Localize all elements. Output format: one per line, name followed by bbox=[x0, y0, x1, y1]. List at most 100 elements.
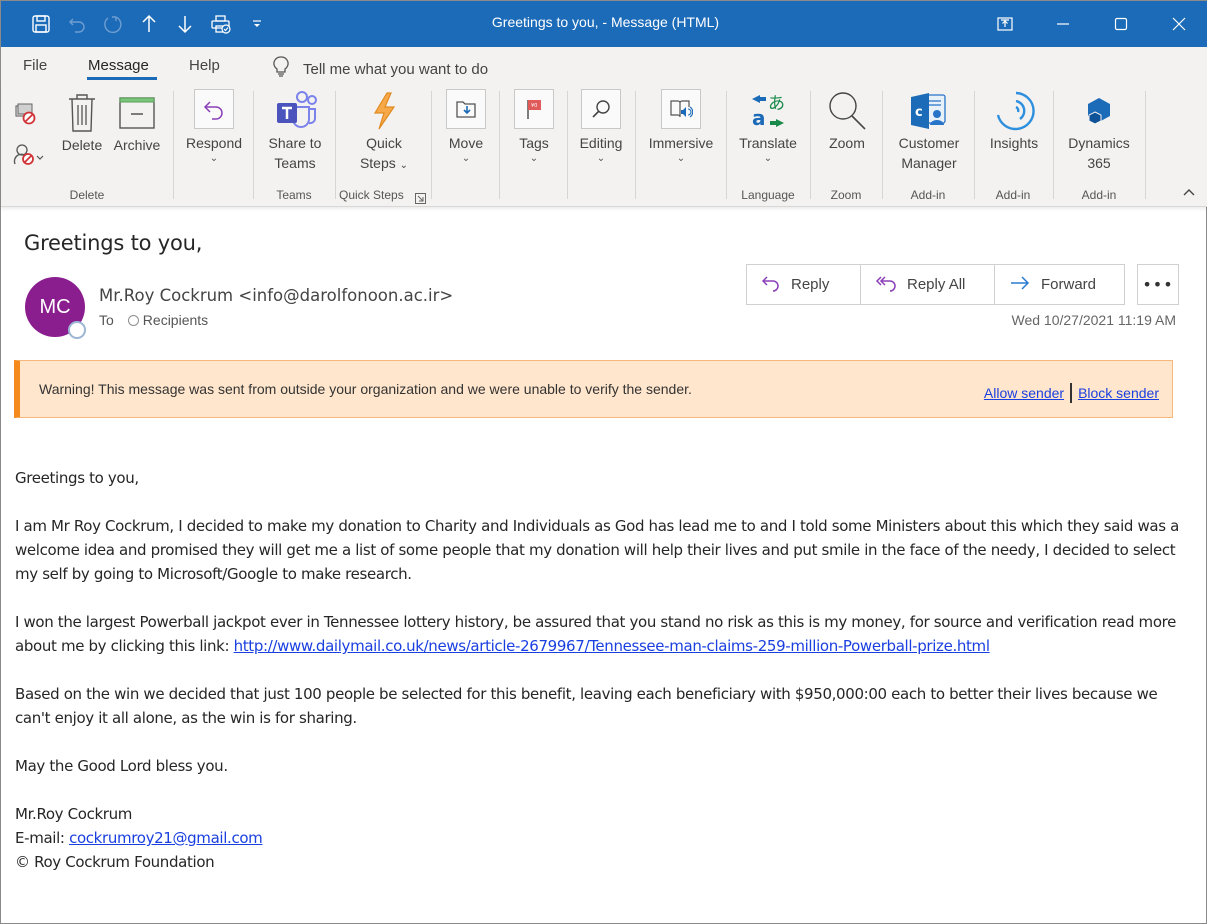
close-icon[interactable] bbox=[1150, 1, 1207, 47]
customer-manager-button[interactable]: c Customer Manager bbox=[889, 89, 969, 173]
ribbon-display-options-icon[interactable] bbox=[976, 1, 1034, 47]
group-divider bbox=[726, 91, 727, 199]
more-actions-button[interactable]: ••• bbox=[1137, 264, 1179, 305]
more-icon: ••• bbox=[1142, 275, 1174, 294]
group-divider bbox=[253, 91, 254, 199]
chevron-down-icon: ⌄ bbox=[763, 153, 773, 164]
group-divider bbox=[431, 91, 432, 199]
collapse-ribbon-icon[interactable] bbox=[1182, 185, 1196, 201]
article-link[interactable]: http://www.dailymail.co.uk/news/article-… bbox=[234, 637, 990, 655]
tab-file[interactable]: File bbox=[23, 57, 47, 74]
maximize-icon[interactable] bbox=[1092, 1, 1150, 47]
group-divider bbox=[810, 91, 811, 199]
group-divider bbox=[567, 91, 568, 199]
to-label: To bbox=[99, 312, 114, 328]
ribbon-tabs: File Message Help Tell me what you want … bbox=[1, 47, 1207, 85]
reply-icon bbox=[761, 274, 781, 296]
active-tab-indicator bbox=[87, 77, 157, 80]
insights-button[interactable]: Insights bbox=[981, 89, 1047, 153]
body-paragraph: I won the largest Powerball jackpot ever… bbox=[15, 613, 1177, 655]
group-divider bbox=[1145, 91, 1146, 199]
teams-icon bbox=[273, 89, 317, 133]
dialog-launcher-icon[interactable] bbox=[415, 189, 426, 208]
quick-steps-button[interactable]: Quick Steps ⌄ bbox=[349, 89, 419, 176]
allow-sender-link[interactable]: Allow sender bbox=[984, 385, 1064, 401]
immersive-reader-button[interactable]: Immersive ⌄ bbox=[643, 89, 719, 165]
editing-button[interactable]: Editing ⌄ bbox=[575, 89, 627, 165]
junk-button[interactable] bbox=[13, 143, 53, 172]
dynamics-365-icon bbox=[1077, 89, 1121, 133]
move-button[interactable]: Move ⌄ bbox=[441, 89, 491, 165]
message-date: Wed 10/27/2021 11:19 AM bbox=[1011, 312, 1177, 328]
dynamics-365-button[interactable]: Dynamics 365 bbox=[1061, 89, 1137, 173]
body-paragraph: Based on the win we decided that just 10… bbox=[15, 685, 1158, 727]
svg-text:あ: あ bbox=[768, 94, 785, 114]
archive-button[interactable]: Archive bbox=[109, 91, 165, 155]
group-divider bbox=[173, 91, 174, 199]
group-divider bbox=[1053, 91, 1054, 199]
message-actions: Reply Reply All Forward bbox=[746, 264, 1125, 305]
group-divider bbox=[974, 91, 975, 199]
group-label-add-in: Add-in bbox=[1081, 188, 1117, 202]
minimize-icon[interactable] bbox=[1034, 1, 1092, 47]
external-sender-warning: Warning! This message was sent from outs… bbox=[14, 360, 1173, 418]
avatar-initials: MC bbox=[39, 295, 71, 318]
group-label-quick-steps: Quick Steps bbox=[339, 188, 404, 202]
sender-address[interactable]: Mr.Roy Cockrum <info@darolfonoon.ac.ir> bbox=[99, 286, 453, 305]
chevron-down-icon: ⌄ bbox=[676, 153, 686, 164]
share-to-teams-button[interactable]: Share to Teams bbox=[259, 89, 331, 173]
group-divider bbox=[335, 91, 336, 199]
recipient-status-icon bbox=[127, 314, 139, 326]
trash-icon bbox=[60, 91, 104, 135]
message-body: Greetings to you, I am Mr Roy Cockrum, I… bbox=[15, 466, 1190, 874]
svg-text:c: c bbox=[915, 105, 923, 120]
recipients-line: To Recipients bbox=[99, 312, 208, 328]
forward-button[interactable]: Forward bbox=[994, 264, 1125, 305]
chevron-down-icon: ⌄ bbox=[209, 153, 219, 164]
delete-button[interactable]: Delete bbox=[59, 91, 105, 155]
link-separator bbox=[1070, 383, 1073, 403]
forward-icon bbox=[1009, 275, 1031, 295]
move-folder-icon bbox=[446, 89, 486, 129]
lightning-icon bbox=[362, 89, 406, 133]
signature-name: Mr.Roy Cockrum bbox=[15, 805, 133, 823]
search-icon bbox=[581, 89, 621, 129]
insights-icon bbox=[992, 89, 1036, 133]
group-label-teams: Teams bbox=[276, 188, 312, 202]
group-label-add-in: Add-in bbox=[910, 188, 946, 202]
group-divider bbox=[635, 91, 636, 199]
body-greeting: Greetings to you, bbox=[15, 469, 139, 487]
ignore-button[interactable] bbox=[13, 103, 39, 130]
translate-icon: aあ bbox=[746, 89, 790, 133]
archive-icon bbox=[115, 91, 159, 135]
warning-text: Warning! This message was sent from outs… bbox=[39, 381, 692, 397]
tags-button[interactable]: ¥0 Tags ⌄ bbox=[509, 89, 559, 165]
chevron-down-icon: ⌄ bbox=[461, 153, 471, 164]
group-label-delete: Delete bbox=[69, 188, 105, 202]
reply-all-button[interactable]: Reply All bbox=[860, 264, 995, 305]
junk-icon bbox=[13, 144, 47, 170]
signature-email-link[interactable]: cockrumroy21@gmail.com bbox=[69, 829, 263, 847]
lightbulb-icon bbox=[273, 56, 289, 82]
presence-status-icon bbox=[68, 321, 86, 339]
group-label-add-in: Add-in bbox=[995, 188, 1031, 202]
respond-button[interactable]: Respond ⌄ bbox=[181, 89, 247, 165]
reply-button[interactable]: Reply bbox=[746, 264, 861, 305]
tab-message[interactable]: Message bbox=[88, 57, 149, 74]
chevron-down-icon: ⌄ bbox=[399, 160, 409, 171]
translate-button[interactable]: aあ Translate ⌄ bbox=[735, 89, 801, 165]
block-sender-link[interactable]: Block sender bbox=[1078, 385, 1159, 401]
signature-org: © Roy Cockrum Foundation bbox=[15, 853, 215, 871]
zoom-icon bbox=[825, 89, 869, 133]
tell-me-search[interactable]: Tell me what you want to do bbox=[273, 56, 488, 82]
body-paragraph: May the Good Lord bless you. bbox=[15, 757, 228, 775]
tab-help[interactable]: Help bbox=[189, 57, 220, 74]
zoom-button[interactable]: Zoom bbox=[819, 89, 875, 153]
ignore-icon bbox=[14, 103, 38, 128]
svg-text:a: a bbox=[752, 106, 766, 130]
reply-arrow-icon bbox=[194, 89, 234, 129]
svg-text:¥0: ¥0 bbox=[531, 103, 537, 109]
group-label-zoom: Zoom bbox=[830, 188, 862, 202]
recipients[interactable]: Recipients bbox=[143, 312, 208, 328]
body-paragraph: I am Mr Roy Cockrum, I decided to make m… bbox=[15, 517, 1179, 583]
